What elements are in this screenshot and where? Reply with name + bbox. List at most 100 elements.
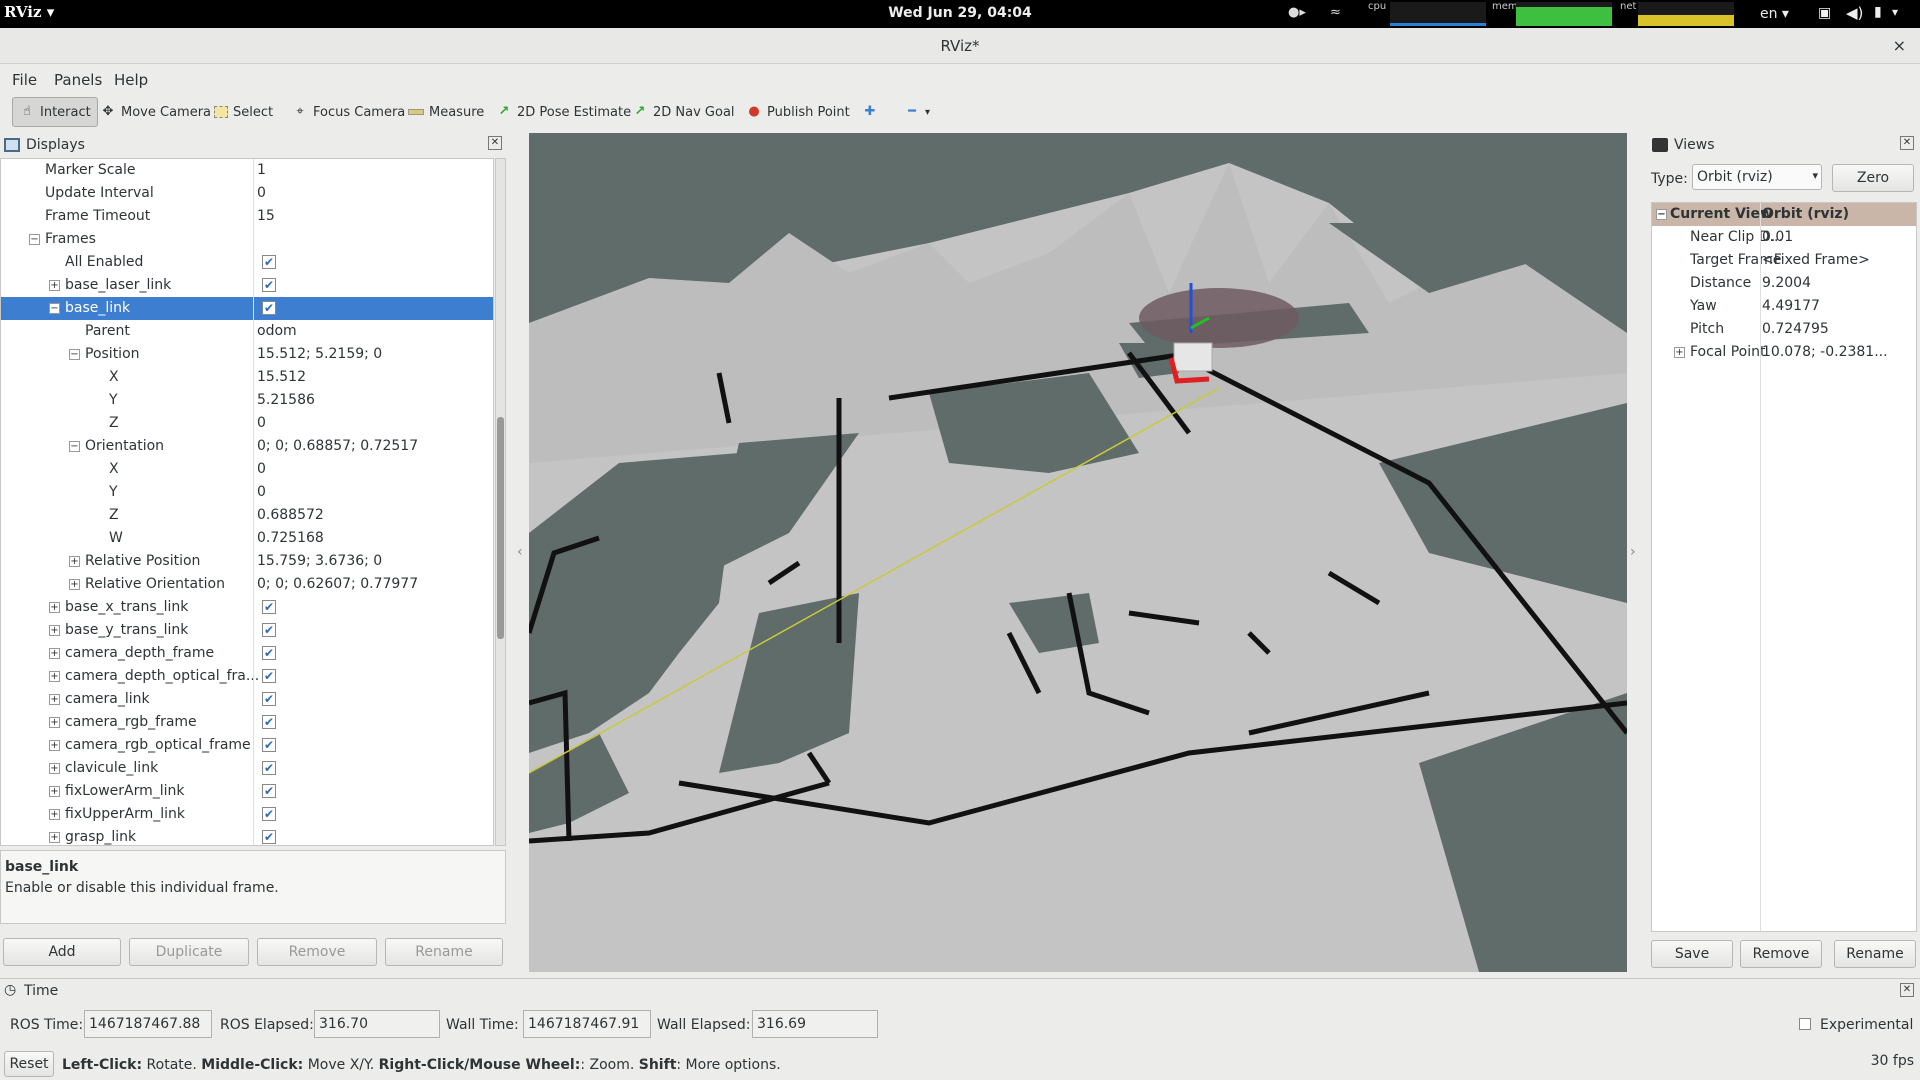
property-value[interactable]: 5.21586 [257,392,315,408]
webcam-icon[interactable]: ●▸ [1288,5,1306,20]
3d-render-viewport[interactable] [529,133,1627,972]
frame-enabled-checkbox[interactable]: ✔ [262,669,276,683]
property-value[interactable]: odom [257,323,297,339]
view-property-value[interactable]: 4.49177 [1762,298,1820,314]
display-tree-row[interactable]: Y0 [1,481,493,504]
view-property-value[interactable]: 10.078; -0.2381... [1762,344,1888,360]
property-value[interactable]: 0; 0; 0.62607; 0.77977 [257,576,418,592]
expand-icon[interactable]: + [49,280,60,291]
property-value[interactable]: 1 [257,162,266,178]
expand-icon[interactable]: + [1674,347,1685,358]
view-property-value[interactable]: <Fixed Frame> [1762,252,1870,268]
mem-graph[interactable] [1516,2,1612,26]
display-tree-row[interactable]: + camera_rgb_optical_frame ✔ [1,734,493,757]
close-icon[interactable]: ✕ [1900,983,1914,997]
current-view-header[interactable]: − Current View Orbit (rviz) [1652,203,1916,226]
collapse-left-icon[interactable]: ‹ [517,544,523,560]
select-tool-button[interactable]: Select [208,97,279,127]
property-value[interactable]: 0 [257,461,266,477]
duplicate-display-button[interactable]: Duplicate [129,938,249,966]
measure-tool-button[interactable]: Measure [402,97,490,127]
display-tree-row[interactable]: + Relative Orientation 0; 0; 0.62607; 0.77… [1,573,493,596]
net-graph[interactable] [1638,2,1734,26]
display-tree-row[interactable]: Z0 [1,412,493,435]
experimental-checkbox[interactable] [1799,1018,1811,1030]
view-property-row[interactable]: Target Frame <Fixed Frame> [1652,249,1916,272]
expand-icon[interactable]: + [49,763,60,774]
focus-camera-tool-button[interactable]: ⌖ Focus Camera [286,97,411,127]
display-tree-row[interactable]: Z 0.688572 [1,504,493,527]
ros-elapsed-field[interactable]: 316.70 [314,1010,440,1038]
save-view-button[interactable]: Save [1651,940,1733,968]
frame-enabled-checkbox[interactable]: ✔ [262,784,276,798]
cpu-graph[interactable] [1390,2,1486,26]
display-tree-row[interactable]: Frame Timeout 15 [1,205,493,228]
system-menu-icon[interactable]: ▾ [1892,5,1898,19]
frame-enabled-checkbox[interactable]: ✔ [262,830,276,844]
collapse-icon[interactable]: − [49,303,60,314]
display-tree-row[interactable]: − Position 15.512; 5.2159; 0 [1,343,493,366]
frame-enabled-checkbox[interactable]: ✔ [262,301,276,315]
display-tree-row[interactable]: W 0.725168 [1,527,493,550]
expand-icon[interactable]: + [49,717,60,728]
expand-icon[interactable]: + [49,602,60,613]
display-tree-row[interactable]: + Relative Position 15.759; 3.6736; 0 [1,550,493,573]
frame-enabled-checkbox[interactable]: ✔ [262,646,276,660]
remove-display-button[interactable]: Remove [257,938,377,966]
property-value[interactable]: 15.512 [257,369,306,385]
view-property-row[interactable]: Yaw 4.49177 [1652,295,1916,318]
view-property-row[interactable]: Pitch 0.724795 [1652,318,1916,341]
view-property-row[interactable]: Near Clip D... 0.01 [1652,226,1916,249]
collapse-icon[interactable]: − [29,234,40,245]
property-value[interactable]: 15 [257,208,275,224]
expand-icon[interactable]: + [49,832,60,843]
language-selector[interactable]: en ▾ [1760,6,1789,22]
frame-enabled-checkbox[interactable]: ✔ [262,761,276,775]
pose-estimate-tool-button[interactable]: ↗ 2D Pose Estimate [490,97,637,127]
displays-scrollbar[interactable] [495,158,506,846]
display-tree-row[interactable]: + fixUpperArm_link ✔ [1,803,493,826]
display-tree-row[interactable]: + camera_link ✔ [1,688,493,711]
view-properties-tree[interactable]: − Current View Orbit (rviz) Near Clip D.… [1651,202,1917,932]
wall-time-field[interactable]: 1467187467.91 [523,1010,651,1038]
display-icon[interactable]: ▣ [1818,5,1831,21]
view-property-row[interactable]: + Focal Point 10.078; -0.2381... [1652,341,1916,364]
display-tree-row[interactable]: + base_laser_link ✔ [1,274,493,297]
collapse-icon[interactable]: − [1656,209,1667,220]
battery-icon[interactable]: ▮ [1874,4,1882,20]
display-tree-row[interactable]: + camera_rgb_frame ✔ [1,711,493,734]
collapse-icon[interactable]: − [69,349,80,360]
collapse-icon[interactable]: − [69,441,80,452]
move-camera-tool-button[interactable]: ✥ Move Camera [94,97,217,127]
display-tree-row[interactable]: + clavicule_link ✔ [1,757,493,780]
expand-icon[interactable]: + [49,740,60,751]
expand-icon[interactable]: + [49,648,60,659]
reset-button[interactable]: Reset [4,1051,54,1077]
view-property-row[interactable]: Distance 9.2004 [1652,272,1916,295]
add-tool-button[interactable]: ✚ [856,97,889,127]
expand-icon[interactable]: + [49,625,60,636]
property-value[interactable]: 0 [257,484,266,500]
display-tree-row[interactable]: Update Interval 0 [1,182,493,205]
expand-icon[interactable]: + [49,786,60,797]
expand-icon[interactable]: + [49,809,60,820]
display-tree-row[interactable]: All Enabled ✔ [1,251,493,274]
frame-enabled-checkbox[interactable]: ✔ [262,692,276,706]
expand-icon[interactable]: + [49,694,60,705]
menu-file[interactable]: File [12,71,37,89]
display-tree-row[interactable]: − Frames [1,228,493,251]
display-tree-row[interactable]: Marker Scale 1 [1,159,493,182]
rename-view-button[interactable]: Rename [1834,940,1916,968]
add-display-button[interactable]: Add [3,938,121,966]
frame-enabled-checkbox[interactable]: ✔ [262,600,276,614]
ros-time-field[interactable]: 1467187467.88 [84,1010,212,1038]
display-tree-row[interactable]: Parent odom [1,320,493,343]
interact-tool-button[interactable]: ☝ Interact [12,97,98,127]
view-property-value[interactable]: 9.2004 [1762,275,1811,291]
property-value[interactable]: 15.759; 3.6736; 0 [257,553,382,569]
frame-enabled-checkbox[interactable]: ✔ [262,623,276,637]
display-tree-row[interactable]: − Orientation 0; 0; 0.68857; 0.72517 [1,435,493,458]
display-tree-row[interactable]: + camera_depth_optical_fra... ✔ [1,665,493,688]
frame-enabled-checkbox[interactable]: ✔ [262,807,276,821]
property-value[interactable]: 0 [257,415,266,431]
